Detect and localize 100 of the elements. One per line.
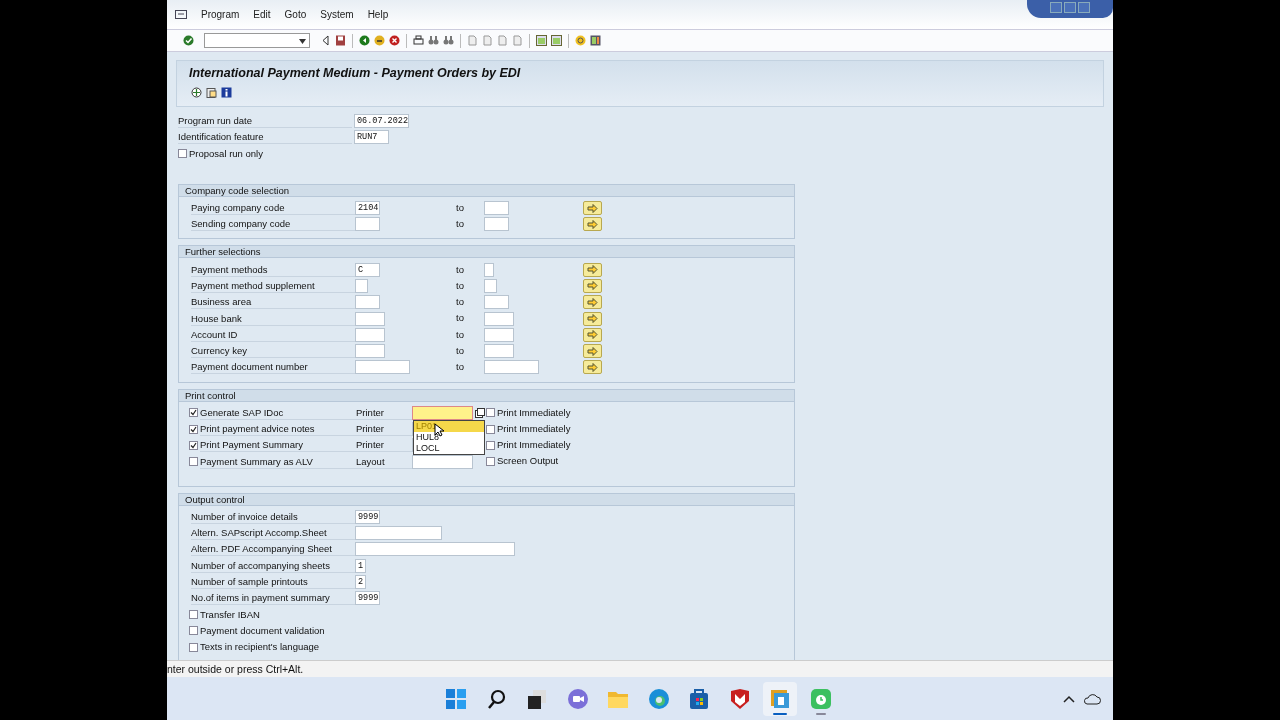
page-icon[interactable]: [512, 35, 523, 46]
input-field[interactable]: 2104: [355, 201, 380, 216]
input-field[interactable]: 1: [355, 558, 366, 573]
menu-item[interactable]: Help: [367, 7, 389, 22]
field-label: Payment methods: [191, 262, 355, 277]
minimize-button[interactable]: [1050, 2, 1062, 13]
binoculars-icon[interactable]: [443, 35, 454, 46]
input-field[interactable]: [484, 360, 539, 375]
printer-icon[interactable]: [413, 35, 424, 46]
field-label: Identification feature: [178, 130, 352, 145]
checkbox[interactable]: [486, 457, 495, 467]
start-icon: [444, 687, 468, 711]
checkbox[interactable]: [189, 626, 198, 636]
checkbox[interactable]: [486, 424, 495, 434]
restore-button[interactable]: [1064, 2, 1076, 13]
checkbox[interactable]: [189, 424, 198, 434]
enter-icon[interactable]: [183, 35, 194, 46]
input-field[interactable]: [355, 217, 380, 232]
checkbox[interactable]: [189, 457, 198, 467]
to-label: to: [456, 360, 465, 375]
input-field[interactable]: [484, 311, 514, 326]
layout-icon[interactable]: [590, 35, 601, 46]
browser-icon: [646, 687, 671, 711]
multiple-selection-button[interactable]: [583, 327, 602, 342]
page-icon[interactable]: [482, 35, 493, 46]
field-label: Payment document number: [191, 360, 355, 375]
field-label: House bank: [191, 311, 355, 326]
to-label: to: [456, 311, 465, 326]
checkbox[interactable]: [189, 610, 198, 620]
multiple-selection-button[interactable]: [583, 295, 602, 310]
checkbox-label: Print Immediately: [497, 405, 571, 420]
menu-item[interactable]: Program: [201, 7, 240, 22]
menu-item[interactable]: Goto: [284, 7, 307, 22]
input-field[interactable]: [484, 278, 497, 293]
checkbox-label: Payment document validation: [200, 623, 325, 638]
menu-item[interactable]: System: [320, 7, 354, 22]
input-field[interactable]: [484, 217, 509, 232]
command-field[interactable]: [204, 33, 310, 48]
page-icon[interactable]: [467, 35, 478, 46]
device-field[interactable]: [412, 405, 473, 420]
input-field[interactable]: RUN7: [354, 130, 389, 145]
input-field[interactable]: [484, 295, 509, 310]
multiple-selection-button[interactable]: [583, 262, 602, 277]
multiple-selection-button[interactable]: [583, 278, 602, 293]
input-field[interactable]: [355, 278, 368, 293]
binoculars-icon[interactable]: [428, 35, 439, 46]
input-field[interactable]: C: [355, 262, 380, 277]
group-title: Output control: [179, 493, 794, 506]
dropdown-option[interactable]: LOCL: [414, 442, 484, 454]
checkbox[interactable]: [189, 440, 198, 450]
cloud-icon[interactable]: [1083, 693, 1101, 705]
page-icon[interactable]: [497, 35, 508, 46]
multiple-selection-button[interactable]: [583, 360, 602, 375]
clipboard-icon[interactable]: [206, 87, 217, 98]
dropdown-icon[interactable]: [299, 39, 306, 44]
input-field[interactable]: [484, 344, 514, 359]
chevron-icon[interactable]: [1063, 695, 1075, 703]
menu-icon[interactable]: [175, 9, 187, 20]
to-label: to: [456, 327, 465, 342]
checkbox[interactable]: [486, 440, 495, 450]
multiple-selection-button[interactable]: [583, 217, 602, 232]
to-label: to: [456, 217, 465, 232]
checkbox[interactable]: [189, 642, 198, 652]
dropdown-option[interactable]: HUL8: [414, 431, 484, 443]
input-field[interactable]: [484, 201, 509, 216]
input-field[interactable]: [355, 295, 380, 310]
input-field[interactable]: [355, 327, 385, 342]
checkbox[interactable]: [189, 408, 198, 418]
menu-item[interactable]: Edit: [253, 7, 271, 22]
back-icon[interactable]: [359, 35, 370, 46]
cancel-icon[interactable]: [389, 35, 400, 46]
input-field[interactable]: [355, 542, 515, 557]
checkbox-label: Print Immediately: [497, 421, 571, 436]
input-field[interactable]: [484, 262, 494, 277]
multiple-selection-button[interactable]: [583, 311, 602, 326]
value-help-icon[interactable]: [475, 407, 485, 418]
multiple-selection-button[interactable]: [583, 344, 602, 359]
input-field[interactable]: [484, 327, 514, 342]
input-field[interactable]: 06.07.2022: [354, 114, 409, 129]
window-icon[interactable]: [551, 35, 562, 46]
execute-icon[interactable]: [191, 87, 202, 98]
back-arrow-icon[interactable]: [320, 35, 331, 46]
window-icon[interactable]: [536, 35, 547, 46]
close-button[interactable]: [1078, 2, 1090, 13]
input-field[interactable]: [355, 360, 410, 375]
input-field[interactable]: 2: [355, 575, 366, 590]
input-field[interactable]: [355, 526, 442, 541]
input-field[interactable]: [355, 344, 385, 359]
info-icon[interactable]: [221, 87, 232, 98]
input-field[interactable]: [355, 311, 385, 326]
multiple-selection-button[interactable]: [583, 201, 602, 216]
checkbox[interactable]: [486, 408, 495, 418]
save-icon[interactable]: [335, 35, 346, 46]
to-label: to: [456, 344, 465, 358]
exit-icon[interactable]: [374, 35, 385, 46]
app-window-icon: [768, 687, 792, 711]
input-field[interactable]: 9999: [355, 591, 380, 606]
help-icon[interactable]: [575, 35, 586, 46]
input-field[interactable]: 9999: [355, 509, 380, 524]
checkbox[interactable]: [178, 149, 187, 159]
